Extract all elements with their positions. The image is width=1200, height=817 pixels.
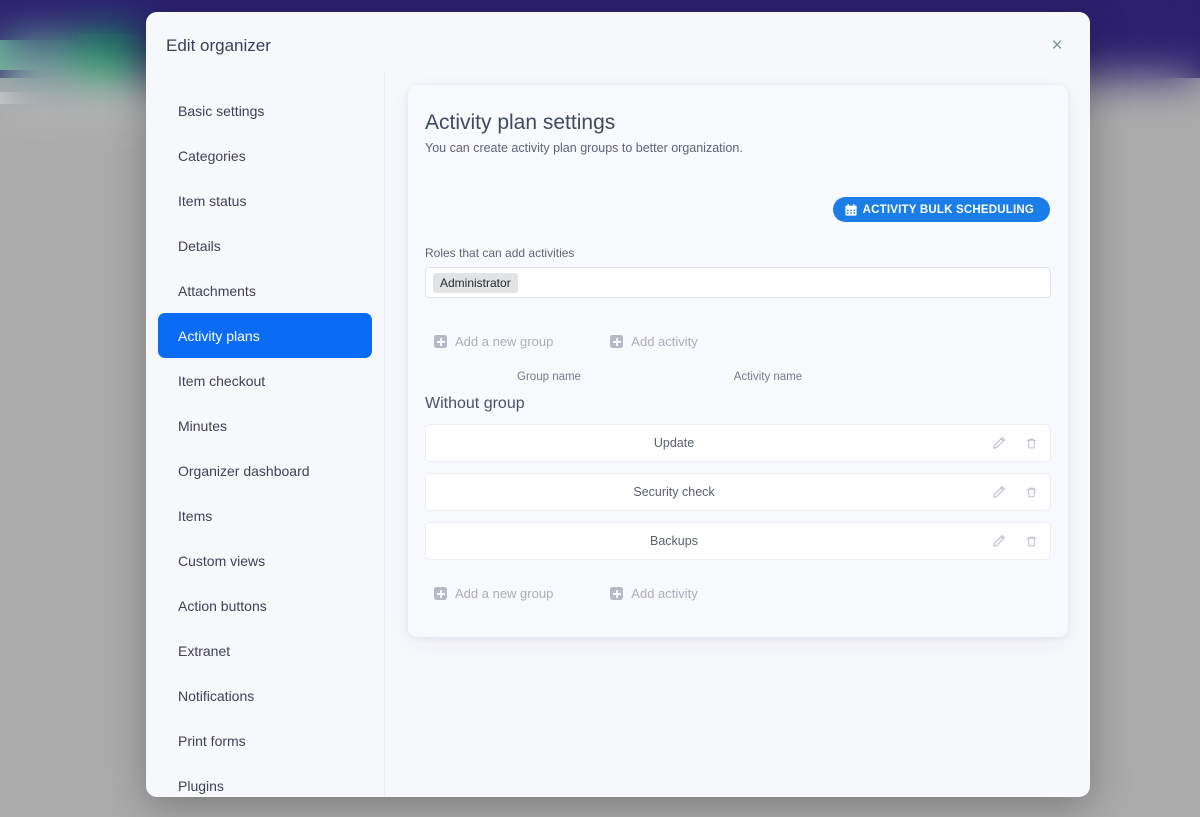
sidebar-item-label: Activity plans xyxy=(178,327,260,344)
add-activity-label: Add activity xyxy=(631,586,698,601)
add-activity-button-top[interactable]: Add activity xyxy=(610,334,698,349)
modal-title: Edit organizer xyxy=(166,36,271,55)
bulk-scheduling-row: ACTIVITY BULK SCHEDULING xyxy=(425,197,1051,222)
add-activity-button-bottom[interactable]: Add activity xyxy=(610,586,698,601)
sidebar-item-organizer-dashboard[interactable]: Organizer dashboard xyxy=(158,448,372,493)
sidebar-item-custom-views[interactable]: Custom views xyxy=(158,538,372,583)
sidebar-item-item-checkout[interactable]: Item checkout xyxy=(158,358,372,403)
activity-plan-card: Activity plan settings You can create ac… xyxy=(408,85,1068,637)
activity-name: Update xyxy=(653,436,695,450)
plus-square-icon xyxy=(610,335,624,348)
row-actions xyxy=(991,436,1039,451)
column-header-group-name: Group name xyxy=(517,371,581,383)
sidebar-item-items[interactable]: Items xyxy=(158,493,372,538)
plus-square-icon xyxy=(434,335,447,348)
trash-icon[interactable] xyxy=(1024,534,1039,549)
activity-name: Security check xyxy=(633,485,715,499)
sidebar-item-label: Custom views xyxy=(178,552,266,569)
trash-icon[interactable] xyxy=(1024,436,1039,451)
page-title: Activity plan settings xyxy=(425,111,616,134)
add-actions-top: Add a new group Add activity xyxy=(425,334,1051,349)
sidebar-item-label: Action buttons xyxy=(178,597,267,614)
sidebar-item-label: Item status xyxy=(178,192,247,209)
roles-label: Roles that can add activities xyxy=(425,246,575,260)
plus-square-icon xyxy=(610,587,624,600)
modal-body: Basic settings Categories Item status De… xyxy=(146,72,1090,797)
sidebar-item-label: Details xyxy=(178,237,221,254)
group-title-without-group: Without group xyxy=(425,395,525,412)
table-row[interactable]: Security check xyxy=(425,473,1051,511)
sidebar-item-label: Notifications xyxy=(178,687,255,704)
page-subtitle: You can create activity plan groups to b… xyxy=(425,141,743,155)
sidebar-item-extranet[interactable]: Extranet xyxy=(158,628,372,673)
sidebar-item-label: Print forms xyxy=(178,732,246,749)
activity-name: Backups xyxy=(650,534,698,548)
row-actions xyxy=(991,534,1039,549)
table-column-headers: Group name Activity name xyxy=(425,371,1051,387)
sidebar-item-item-status[interactable]: Item status xyxy=(158,178,372,223)
sidebar-item-action-buttons[interactable]: Action buttons xyxy=(158,583,372,628)
sidebar-item-plugins[interactable]: Plugins xyxy=(158,763,372,797)
sidebar-item-label: Item checkout xyxy=(178,372,266,389)
sidebar-item-attachments[interactable]: Attachments xyxy=(158,268,372,313)
table-row[interactable]: Update xyxy=(425,424,1051,462)
role-chip-administrator[interactable]: Administrator xyxy=(433,272,518,293)
edit-organizer-modal: Edit organizer × Basic settings Categori… xyxy=(146,12,1090,797)
add-activity-label: Add activity xyxy=(631,334,698,349)
sidebar-item-label: Organizer dashboard xyxy=(178,462,310,479)
pencil-icon[interactable] xyxy=(991,485,1006,500)
sidebar-item-label: Plugins xyxy=(178,777,224,794)
add-new-group-button-top[interactable]: Add a new group xyxy=(434,334,553,349)
add-new-group-label: Add a new group xyxy=(455,586,554,601)
calendar-icon xyxy=(845,203,857,216)
sidebar-item-minutes[interactable]: Minutes xyxy=(158,403,372,448)
sidebar-item-activity-plans[interactable]: Activity plans xyxy=(158,313,372,358)
add-new-group-button-bottom[interactable]: Add a new group xyxy=(434,586,553,601)
sidebar-item-basic-settings[interactable]: Basic settings xyxy=(158,88,372,133)
bulk-scheduling-label: ACTIVITY BULK SCHEDULING xyxy=(862,203,1034,216)
sidebar-item-label: Attachments xyxy=(178,282,256,299)
column-header-activity-name: Activity name xyxy=(733,371,803,383)
roles-input[interactable]: Administrator xyxy=(425,267,1051,298)
sidebar-item-details[interactable]: Details xyxy=(158,223,372,268)
close-icon[interactable]: × xyxy=(1044,32,1070,58)
sidebar-item-label: Items xyxy=(178,507,213,524)
sidebar-item-label: Categories xyxy=(178,147,246,164)
table-row[interactable]: Backups xyxy=(425,522,1051,560)
trash-icon[interactable] xyxy=(1024,485,1039,500)
plus-square-icon xyxy=(434,587,447,600)
sidebar-item-label: Extranet xyxy=(178,642,231,659)
sidebar-item-label: Basic settings xyxy=(178,102,265,119)
add-actions-bottom: Add a new group Add activity xyxy=(425,586,1051,601)
settings-sidebar: Basic settings Categories Item status De… xyxy=(146,72,385,797)
row-actions xyxy=(991,485,1039,500)
pencil-icon[interactable] xyxy=(991,436,1006,451)
pencil-icon[interactable] xyxy=(991,534,1006,549)
activity-bulk-scheduling-button[interactable]: ACTIVITY BULK SCHEDULING xyxy=(832,197,1050,222)
sidebar-item-label: Minutes xyxy=(178,417,228,434)
modal-header: Edit organizer × xyxy=(146,12,1090,80)
settings-content: Activity plan settings You can create ac… xyxy=(385,72,1090,797)
sidebar-item-print-forms[interactable]: Print forms xyxy=(158,718,372,763)
add-new-group-label: Add a new group xyxy=(455,334,554,349)
sidebar-item-notifications[interactable]: Notifications xyxy=(158,673,372,718)
sidebar-item-categories[interactable]: Categories xyxy=(158,133,372,178)
